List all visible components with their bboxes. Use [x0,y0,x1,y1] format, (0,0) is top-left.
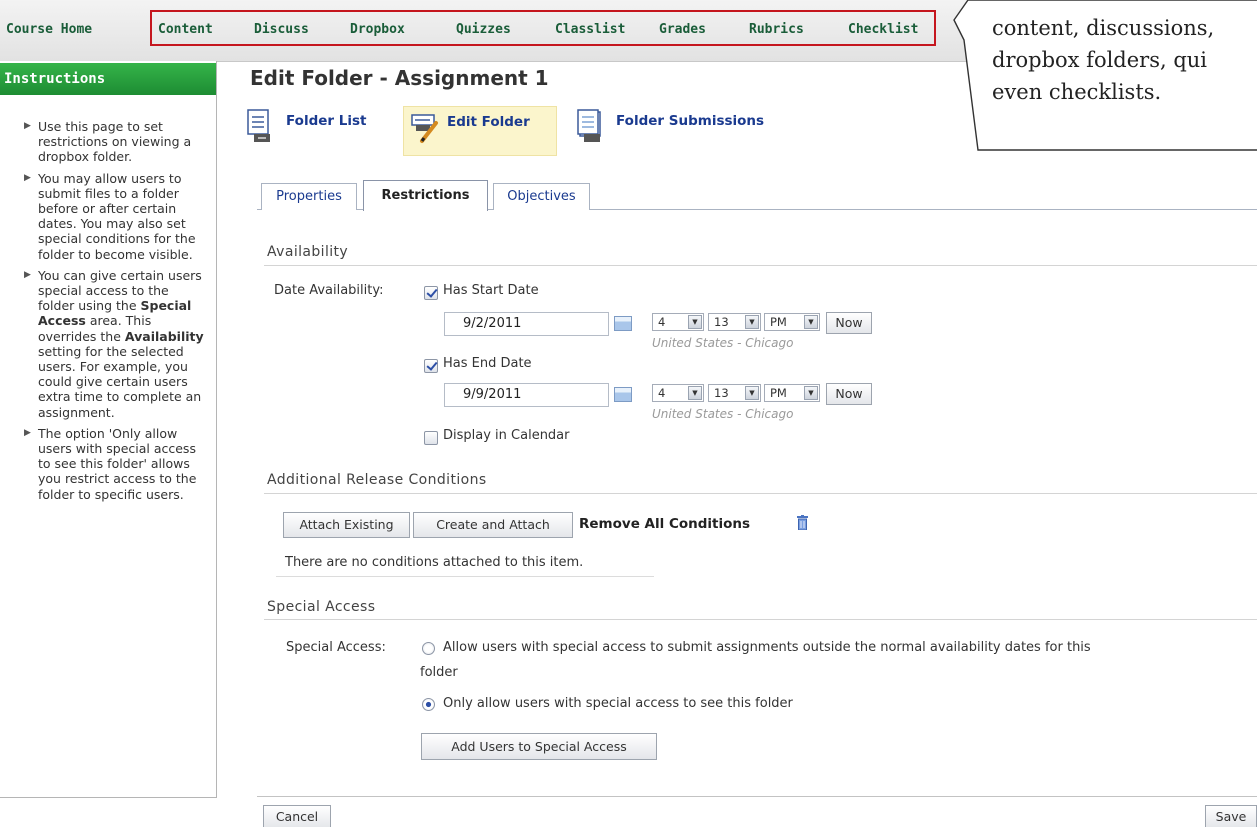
start-minute-select[interactable]: 13 ▼ [708,313,761,331]
trash-icon[interactable] [797,515,808,530]
page-title: Edit Folder - Assignment 1 [250,66,549,90]
save-button[interactable]: Save [1205,805,1257,827]
footer-divider [257,796,1257,797]
start-ampm-value: PM [770,315,787,329]
end-ampm-value: PM [770,386,787,400]
allow-outside-dates-label-cont: folder [420,665,458,680]
add-users-special-access-button[interactable]: Add Users to Special Access [421,733,657,760]
folder-list-icon [247,109,270,142]
has-end-date-checkbox[interactable] [424,359,438,373]
display-in-calendar-checkbox[interactable] [424,431,438,445]
conditions-divider [276,576,654,577]
instructions-sidebar: Instructions ▶ Use this page to set rest… [0,61,217,798]
folder-submissions-button[interactable]: Folder Submissions [576,106,806,156]
instruction-bold-availability: Availability [124,328,204,344]
folder-submissions-label: Folder Submissions [616,113,765,129]
nav-course-home[interactable]: Course Home [6,22,92,37]
chevron-down-icon: ▼ [745,315,759,329]
instruction-text: You may allow users to submit files to a… [38,170,196,262]
edit-folder-label: Edit Folder [447,114,530,130]
chevron-down-icon: ▼ [804,386,818,400]
allow-outside-dates-label: Allow users with special access to submi… [443,640,1091,655]
only-special-access-radio[interactable] [422,698,435,711]
instruction-text: The option 'Only allow users with specia… [38,425,197,502]
edit-folder-icon [411,114,438,143]
chevron-down-icon: ▼ [745,386,759,400]
remove-all-conditions-link[interactable]: Remove All Conditions [579,516,750,532]
start-now-button[interactable]: Now [826,312,872,334]
page: Course Home Content Discuss Dropbox Quiz… [0,0,1257,827]
chevron-down-icon: ▼ [688,315,702,329]
date-availability-label: Date Availability: [274,283,384,298]
section-divider [264,265,1257,266]
sidebar-title: Instructions [0,63,216,95]
end-calendar-icon[interactable] [614,387,632,402]
section-divider [264,493,1257,494]
start-hour-select[interactable]: 4 ▼ [652,313,704,331]
create-and-attach-button[interactable]: Create and Attach [413,512,573,538]
availability-heading: Availability [267,244,349,260]
start-timezone-label: United States - Chicago [652,336,794,350]
special-access-label: Special Access: [286,640,386,655]
bullet-icon: ▶ [24,121,31,131]
instruction-item: ▶ Use this page to set restrictions on v… [24,119,208,165]
instructions-list: ▶ Use this page to set restrictions on v… [24,119,208,508]
tab-properties[interactable]: Properties [261,183,357,210]
instruction-item: ▶ You can give certain users special acc… [24,268,208,420]
release-conditions-heading: Additional Release Conditions [267,472,487,488]
start-calendar-icon[interactable] [614,316,632,331]
nav-grades[interactable]: Grades [659,22,706,37]
start-hour-value: 4 [658,315,666,329]
start-date-input[interactable]: 9/2/2011 [444,312,609,336]
start-minute-value: 13 [714,315,729,329]
special-access-heading: Special Access [267,599,376,615]
instruction-item: ▶ The option 'Only allow users with spec… [24,425,208,502]
end-ampm-select[interactable]: PM ▼ [764,384,820,402]
instruction-item: ▶ You may allow users to submit files to… [24,170,208,262]
cancel-button[interactable]: Cancel [263,805,331,827]
end-hour-select[interactable]: 4 ▼ [652,384,704,402]
attach-existing-button[interactable]: Attach Existing [283,512,410,538]
folder-list-button[interactable]: Folder List [244,106,394,156]
folder-list-label: Folder List [286,113,367,129]
folder-submissions-icon [577,109,601,142]
nav-dropbox[interactable]: Dropbox [350,22,405,37]
nav-content[interactable]: Content [158,22,213,37]
has-start-date-label: Has Start Date [443,283,539,298]
no-conditions-text: There are no conditions attached to this… [285,555,584,570]
chevron-down-icon: ▼ [804,315,818,329]
nav-quizzes[interactable]: Quizzes [456,22,511,37]
end-timezone-label: United States - Chicago [652,407,794,421]
tab-restrictions[interactable]: Restrictions [363,180,488,211]
edit-folder-button[interactable]: Edit Folder [403,106,557,156]
nav-rubrics[interactable]: Rubrics [749,22,804,37]
end-minute-select[interactable]: 13 ▼ [708,384,761,402]
has-start-date-checkbox[interactable] [424,286,438,300]
start-ampm-select[interactable]: PM ▼ [764,313,820,331]
tab-objectives[interactable]: Objectives [493,183,590,210]
instruction-text: Use this page to set restrictions on vie… [38,119,192,165]
has-end-date-label: Has End Date [443,356,532,371]
callout-text: content, discussions, dropbox folders, q… [992,16,1215,104]
nav-discuss[interactable]: Discuss [254,22,309,37]
display-in-calendar-label: Display in Calendar [443,428,570,443]
end-minute-value: 13 [714,386,729,400]
bullet-icon: ▶ [24,427,31,438]
end-date-input[interactable]: 9/9/2011 [444,383,609,407]
bullet-icon: ▶ [24,172,31,183]
nav-classlist[interactable]: Classlist [555,22,625,37]
allow-outside-dates-radio[interactable] [422,642,435,655]
end-hour-value: 4 [658,386,666,400]
section-divider [264,619,1257,620]
chevron-down-icon: ▼ [688,386,702,400]
only-special-access-label: Only allow users with special access to … [443,696,793,711]
bullet-icon: ▶ [24,269,31,280]
end-now-button[interactable]: Now [826,383,872,405]
instruction-text: setting for the selected users. For exam… [38,343,202,420]
nav-checklist[interactable]: Checklist [848,22,918,37]
